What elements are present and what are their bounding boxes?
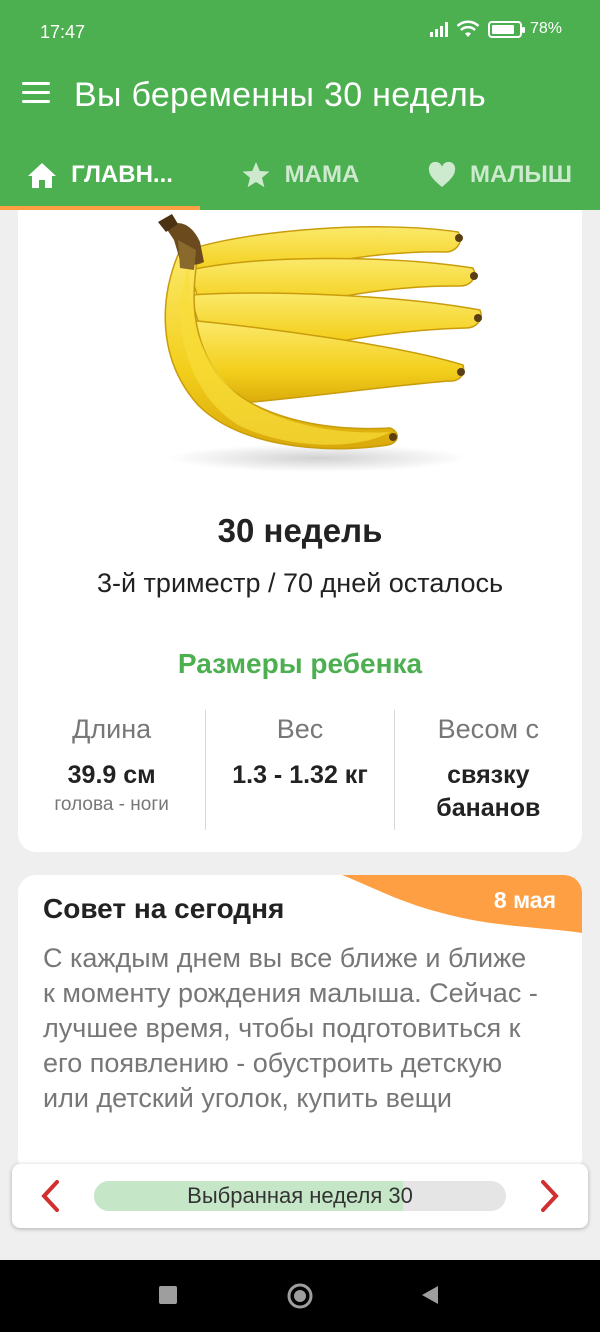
length-value: 39.9 см [67, 761, 156, 789]
home-nav-icon[interactable] [286, 1282, 314, 1310]
bananas-image [128, 210, 488, 480]
star-icon [241, 160, 271, 190]
trimester-info: 3-й триместр / 70 дней осталось [96, 568, 504, 598]
baby-sizes-title: Размеры ребенка [177, 648, 423, 679]
week-progress-bar[interactable]: Выбранная неделя 30 [94, 1181, 506, 1211]
comparison-label: Весом с [437, 714, 540, 744]
length-label: Длина [72, 714, 152, 744]
home-icon [27, 161, 57, 189]
weeks-title: 30 недель [217, 512, 383, 549]
tip-text: С каждым днем вы все ближе и ближе к мом… [43, 943, 538, 1113]
back-icon[interactable] [420, 1284, 440, 1306]
length-sub: голова - ноги [54, 794, 169, 815]
weight-label: Вес [276, 714, 324, 744]
comparison-value: связку бананов [395, 759, 582, 825]
comparison-value-line2: бананов [436, 794, 541, 822]
comparison-value-line1: связку [447, 761, 530, 789]
week-summary-card: 30 недель 3-й триместр / 70 дней осталос… [18, 210, 582, 852]
page-title: Вы беременны 30 недель [74, 76, 487, 114]
baby-metrics: Длина 39.9 см голова - ноги Вес 1.3 - 1.… [18, 710, 582, 830]
tip-title: Совет на сегодня [43, 893, 285, 924]
tab-mom[interactable]: МАМА [200, 140, 400, 210]
battery-icon [487, 20, 525, 38]
next-week-button[interactable] [530, 1176, 570, 1216]
tab-bar: ГЛАВН... МАМА МАЛЫШ [0, 140, 600, 210]
tab-baby[interactable]: МАЛЫШ [400, 140, 600, 210]
heart-icon [428, 162, 456, 188]
status-time: 17:47 [40, 22, 86, 42]
system-nav-bar [0, 1260, 600, 1332]
metric-length: Длина 39.9 см голова - ноги [18, 710, 205, 830]
tip-date: 8 мая [493, 887, 556, 913]
tab-baby-label: МАЛЫШ [469, 161, 573, 188]
status-bar: 17:47 78% [0, 0, 600, 52]
wifi-icon [456, 20, 480, 37]
tab-mom-label: МАМА [284, 161, 360, 188]
app-bar: Вы беременны 30 недель [0, 52, 600, 140]
chevron-right-icon [541, 1180, 559, 1212]
metric-comparison: Весом с связку бананов [393, 710, 582, 830]
week-selector: Выбранная неделя 30 [12, 1164, 588, 1228]
weight-value: 1.3 - 1.32 кг [232, 761, 368, 789]
battery-percent: 78% [529, 20, 562, 37]
tab-home[interactable]: ГЛАВН... [0, 140, 200, 210]
prev-week-button[interactable] [30, 1176, 70, 1216]
recents-icon[interactable] [158, 1284, 178, 1306]
status-icons: 78% [429, 20, 562, 38]
daily-tip-card[interactable]: 8 мая Совет на сегодня С каждым днем вы … [18, 875, 582, 1175]
selected-week-label: Выбранная неделя 30 [187, 1183, 413, 1208]
chevron-left-icon [41, 1180, 59, 1212]
menu-icon[interactable] [22, 82, 50, 106]
signal-icon [429, 21, 448, 37]
metric-weight: Вес 1.3 - 1.32 кг [205, 710, 393, 830]
tab-home-label: ГЛАВН... [71, 161, 173, 188]
